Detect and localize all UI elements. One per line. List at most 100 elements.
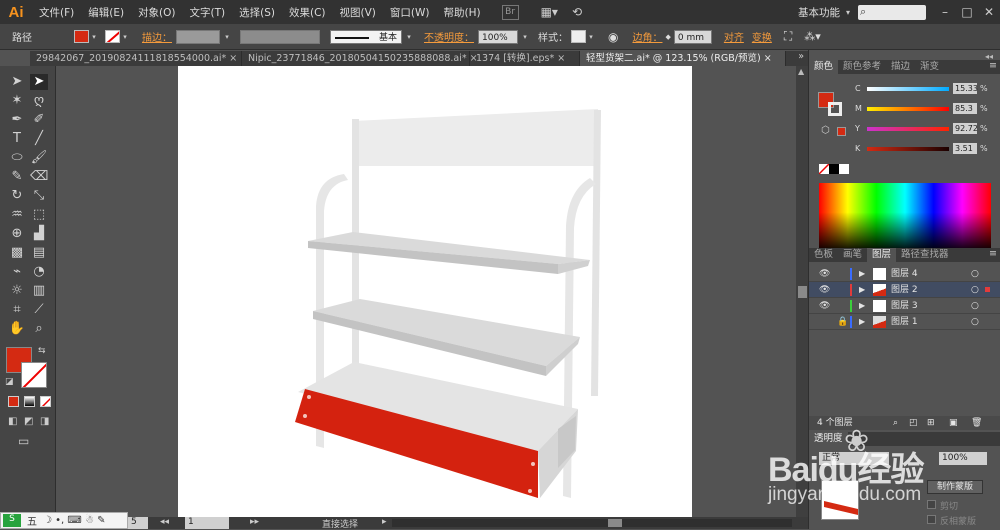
menu-effect[interactable]: 效果(C) <box>282 5 333 20</box>
curvature-tool-icon[interactable]: ✐ <box>30 112 48 128</box>
graphic-style-swatch[interactable] <box>571 30 586 43</box>
invert-mask-checkbox[interactable] <box>927 515 936 524</box>
layer-name[interactable]: 图层 1 <box>891 314 918 330</box>
panel-menu-icon[interactable]: ≡ <box>989 60 1000 74</box>
blend-tool-icon[interactable]: ◔ <box>30 264 48 280</box>
stroke-weight-field[interactable] <box>176 29 220 44</box>
recolor-artwork-icon[interactable]: ◉ <box>608 30 618 44</box>
minimize-icon[interactable]: – <box>934 5 956 19</box>
selected-art-indicator[interactable] <box>985 287 990 292</box>
gradient-tool-icon[interactable]: ▤ <box>30 245 48 261</box>
chevron-down-icon[interactable]: ▾ <box>220 33 234 41</box>
blend-mode-select[interactable]: 正常 <box>819 452 889 465</box>
type-tool-icon[interactable]: T <box>8 131 26 147</box>
panel-menu-icon[interactable]: ⁂▾ <box>804 30 821 43</box>
gradient-mode-icon[interactable] <box>24 396 35 407</box>
transparency-opacity-field[interactable]: 100% <box>939 452 987 465</box>
close-icon[interactable]: ✕ <box>978 5 1000 19</box>
layer-name[interactable]: 图层 2 <box>891 282 918 298</box>
default-colors-icon[interactable]: ◪ <box>5 377 14 387</box>
opacity-field[interactable]: 100% <box>478 29 518 44</box>
tab-color[interactable]: 颜色 <box>809 60 839 74</box>
swap-fill-stroke-icon[interactable]: ⇆ <box>38 346 46 356</box>
maximize-icon[interactable]: □ <box>956 5 978 19</box>
expand-arrow-icon[interactable]: ▶ <box>859 298 865 314</box>
fill-swatch[interactable] <box>74 30 89 43</box>
layer-row[interactable]: 👁 ▶ 图层 3 ○ <box>809 298 1000 314</box>
stroke-color-box[interactable] <box>21 362 47 388</box>
stepper-icon[interactable]: ◆ <box>665 33 670 41</box>
color-spectrum[interactable] <box>819 183 991 248</box>
scroll-up-icon[interactable]: ▲ <box>798 67 804 76</box>
out-of-gamut-icon[interactable]: ⬡ <box>821 125 830 136</box>
lock-icon[interactable]: 🔒 <box>837 314 848 330</box>
workspace-switcher[interactable]: 基本功能 <box>798 5 840 20</box>
corner-radius-field[interactable]: 0 mm <box>673 29 712 44</box>
eraser-tool-icon[interactable]: ⌫ <box>30 169 48 185</box>
chevron-down-icon[interactable]: ▾ <box>518 33 532 41</box>
chevron-down-icon[interactable]: ▾ <box>586 33 596 41</box>
ime-mode-label[interactable]: 五 <box>27 513 37 528</box>
bridge-button[interactable]: Br <box>501 4 519 20</box>
page-prev-icon[interactable]: ◂◂ <box>160 517 169 527</box>
make-mask-button[interactable]: 制作蒙版 <box>927 480 983 494</box>
lasso-tool-icon[interactable]: ღ <box>30 93 48 109</box>
mesh-tool-icon[interactable]: ▩ <box>8 245 26 261</box>
magic-wand-tool-icon[interactable]: ✶ <box>8 93 26 109</box>
menu-help[interactable]: 帮助(H) <box>437 5 488 20</box>
shape-builder-tool-icon[interactable]: ⊕ <box>8 226 26 242</box>
artboard-tool-icon[interactable]: ⌗ <box>8 302 26 318</box>
draw-behind-icon[interactable]: ◩ <box>24 416 33 427</box>
web-color-swatch[interactable] <box>837 127 846 136</box>
slider-c[interactable] <box>867 87 949 91</box>
menu-edit[interactable]: 编辑(E) <box>81 5 131 20</box>
tab-brushes[interactable]: 画笔 <box>838 248 867 262</box>
expand-arrow-icon[interactable]: ▶ <box>859 282 865 298</box>
layer-row[interactable]: 👁 ▶ 图层 4 ○ <box>809 266 1000 282</box>
tab-document-1[interactable]: 29842067_2019082411181855400​0.ai* × <box>30 51 242 66</box>
none-mode-icon[interactable] <box>40 396 51 407</box>
draw-normal-icon[interactable]: ◧ <box>8 416 17 427</box>
brush-definition-field[interactable]: 基本 <box>330 29 402 44</box>
line-segment-tool-icon[interactable]: ╱ <box>30 131 48 147</box>
artboard-number-field[interactable]: 1 <box>185 517 229 529</box>
pencil-tool-icon[interactable]: ✎ <box>8 169 26 185</box>
selection-tool-icon[interactable]: ➤ <box>8 74 26 90</box>
menu-select[interactable]: 选择(S) <box>232 5 282 20</box>
isolate-icon[interactable]: ⛶ <box>784 29 792 44</box>
scrollbar-thumb[interactable] <box>608 519 622 527</box>
close-tab-icon[interactable]: × <box>557 53 565 64</box>
menu-window[interactable]: 窗口(W) <box>383 5 437 20</box>
expand-arrow-icon[interactable]: ▶ <box>859 314 865 330</box>
stroke-indicator[interactable] <box>828 102 842 116</box>
clip-checkbox[interactable] <box>927 500 936 509</box>
opacity-label[interactable]: 不透明度： <box>424 29 474 44</box>
target-circle-icon[interactable]: ○ <box>971 266 979 282</box>
target-circle-icon[interactable]: ○ <box>971 314 979 330</box>
tab-layers[interactable]: 图层 <box>867 248 897 262</box>
warp-tool-icon[interactable]: ♒ <box>8 207 26 223</box>
chevron-down-icon[interactable]: ▾ <box>89 33 99 41</box>
tab-pathfinder[interactable]: 路径查找器 <box>896 248 954 262</box>
color-mode-icon[interactable] <box>8 396 19 407</box>
pen-tool-icon[interactable]: ✒ <box>8 112 26 128</box>
clipping-mask-icon[interactable]: ◰ <box>909 416 918 430</box>
expand-arrow-icon[interactable]: ▶ <box>859 266 865 282</box>
gpu-performance-icon[interactable]: ⟲ <box>572 5 582 19</box>
black-swatch[interactable] <box>829 164 839 174</box>
page-next-icon[interactable]: ▸▸ <box>250 517 259 527</box>
mask-thumbnail[interactable] <box>821 480 859 520</box>
ellipse-tool-icon[interactable]: ⬭ <box>8 150 26 166</box>
layer-name[interactable]: 图层 3 <box>891 298 918 314</box>
scrollbar-thumb[interactable] <box>798 286 807 298</box>
tabs-overflow-icon[interactable]: » <box>794 51 808 66</box>
slider-m[interactable] <box>867 107 949 111</box>
scale-tool-icon[interactable]: ⤡ <box>30 188 48 204</box>
chevron-down-icon[interactable]: ▾ <box>402 33 416 41</box>
visibility-eye-icon[interactable]: 👁 <box>819 282 830 298</box>
target-circle-icon[interactable]: ○ <box>971 298 979 314</box>
zoom-field[interactable]: 5 <box>128 517 148 529</box>
column-graph-tool-icon[interactable]: ▥ <box>30 283 48 299</box>
free-transform-tool-icon[interactable]: ⬚ <box>30 207 48 223</box>
symbol-sprayer-tool-icon[interactable]: ☼ <box>8 283 26 299</box>
